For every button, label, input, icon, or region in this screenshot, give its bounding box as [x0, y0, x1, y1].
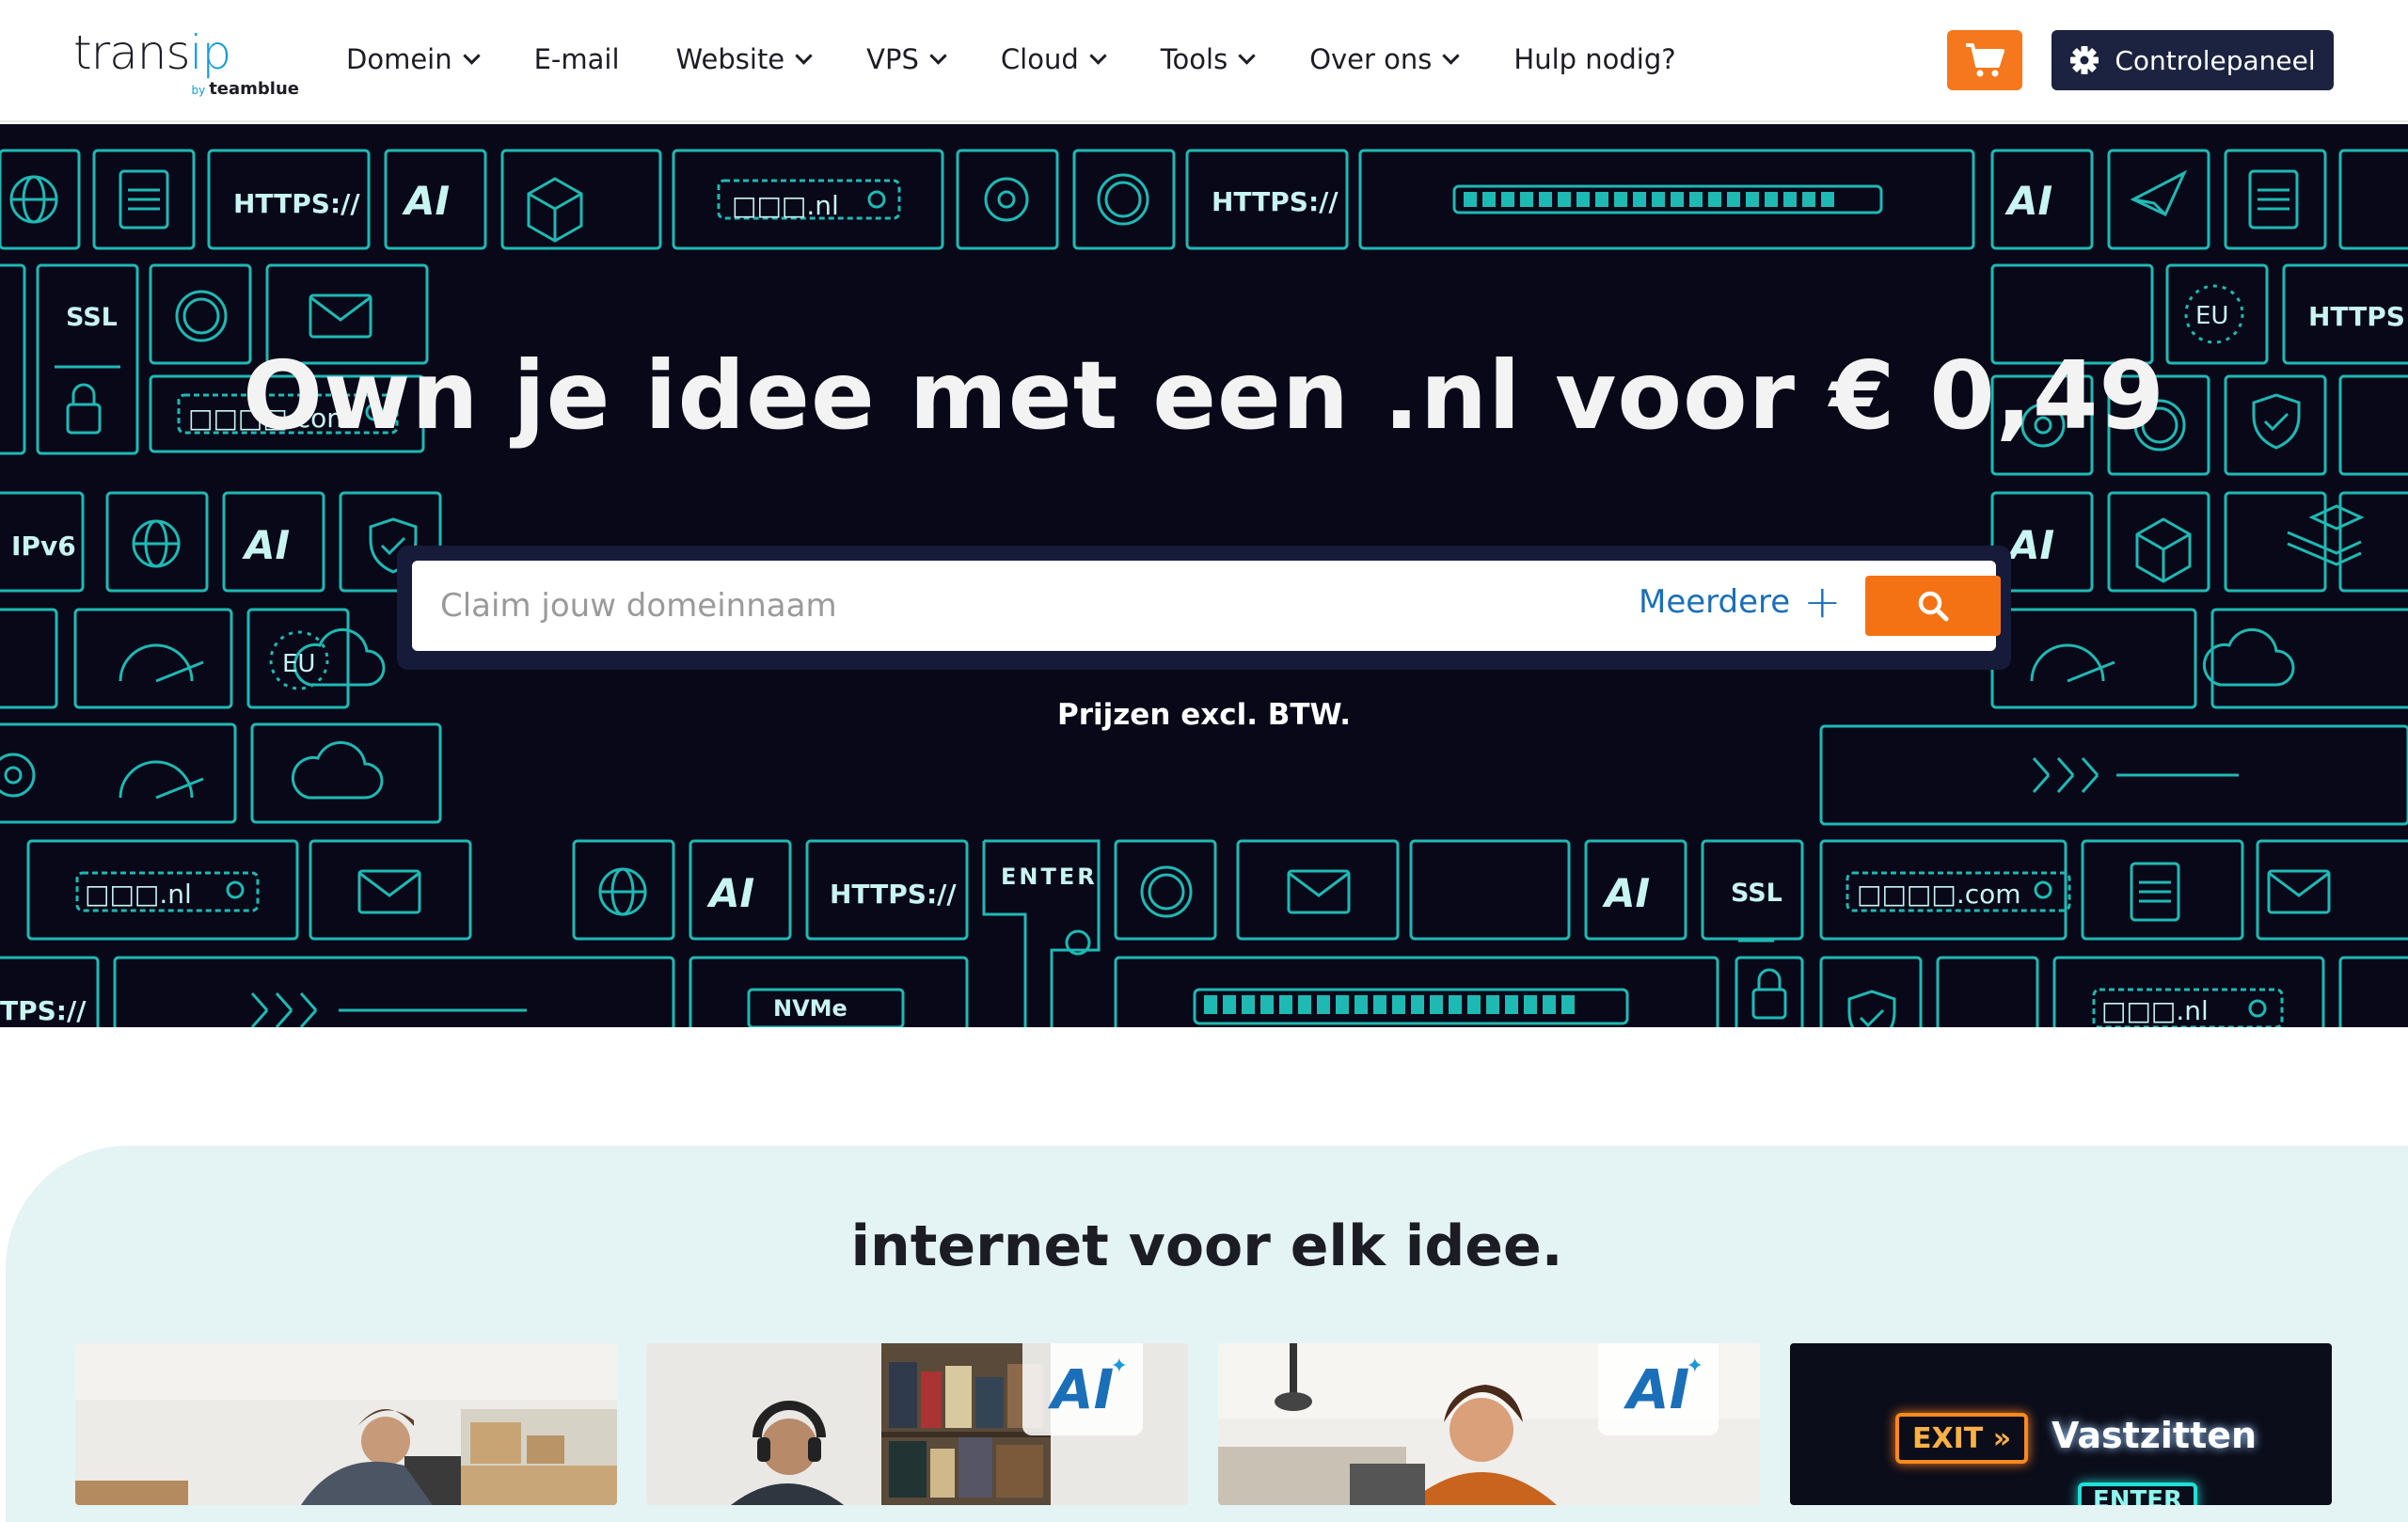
- exit-sign: EXIT »: [1895, 1413, 2029, 1464]
- domain-search-bar: Meerdere +: [397, 546, 2011, 670]
- site-header: transip by teamblue Domein E-mail Website…: [0, 0, 2408, 122]
- transip-logo[interactable]: transip by teamblue: [73, 24, 299, 99]
- svg-text:NVMe: NVMe: [773, 995, 848, 1022]
- chevron-down-icon: [1238, 46, 1256, 65]
- multiple-domains-label: Meerdere: [1639, 583, 1791, 621]
- plus-icon: +: [1803, 576, 1842, 628]
- section-title: internet voor elk idee.: [850, 1213, 1563, 1279]
- cart-button[interactable]: [1947, 30, 2022, 90]
- card-image-office: [75, 1343, 617, 1505]
- nav-item-website[interactable]: Website: [676, 43, 813, 75]
- svg-text:SSL: SSL: [66, 303, 118, 332]
- nav-item-email[interactable]: E-mail: [534, 43, 620, 75]
- sparkle-icon: ✦: [1686, 1355, 1703, 1378]
- svg-text:TPS://: TPS://: [0, 995, 87, 1026]
- svg-text:EU: EU: [282, 650, 315, 678]
- control-panel-label: Controlepaneel: [2115, 44, 2316, 76]
- feature-card-3[interactable]: AI ✦: [1218, 1343, 1760, 1505]
- ai-badge: AI ✦: [1022, 1343, 1143, 1435]
- main-nav: Domein E-mail Website VPS Cloud Tools Ov…: [346, 36, 1733, 83]
- enter-sign: ENTER: [2078, 1482, 2198, 1505]
- svg-text:HTTPS://: HTTPS://: [1212, 186, 1339, 217]
- svg-text:AI: AI: [2006, 522, 2054, 568]
- svg-text:AI: AI: [706, 870, 754, 916]
- feature-card-4[interactable]: EXIT » Vastzitten ENTER: [1790, 1343, 2332, 1505]
- feature-card-1[interactable]: [75, 1343, 617, 1505]
- search-button[interactable]: [1865, 576, 2001, 636]
- svg-text:AI: AI: [402, 178, 450, 224]
- multiple-domains-toggle[interactable]: Meerdere +: [1639, 576, 1842, 628]
- svg-text:AI: AI: [2004, 178, 2052, 224]
- svg-text:SSL: SSL: [1731, 879, 1782, 908]
- svg-text:HTTPS://: HTTPS://: [830, 879, 957, 910]
- svg-text:EU: EU: [2195, 302, 2228, 330]
- hero-title: Own je idee met een .nl voor € 0,49: [242, 341, 2166, 451]
- chevron-down-icon: [1442, 46, 1461, 65]
- control-panel-button[interactable]: Controlepaneel: [2052, 30, 2334, 90]
- domain-search-input[interactable]: [440, 578, 1569, 634]
- price-note: Prijzen excl. BTW.: [1057, 698, 1351, 732]
- svg-text:AI: AI: [242, 522, 290, 568]
- logo-wordmark: transip: [73, 25, 231, 80]
- tile-text-https: HTTPS://: [233, 188, 360, 219]
- logo-byline: by teamblue: [191, 79, 299, 99]
- ai-badge: AI ✦: [1598, 1343, 1719, 1435]
- nav-item-cloud[interactable]: Cloud: [1001, 43, 1107, 75]
- svg-text:□□□.nl: □□□.nl: [85, 879, 192, 910]
- chevron-down-icon: [795, 46, 813, 65]
- chevron-down-icon: [929, 46, 947, 65]
- svg-text:□□□.nl: □□□.nl: [2101, 995, 2209, 1026]
- svg-text:IPv6: IPv6: [11, 531, 76, 562]
- svg-text:AI: AI: [1602, 870, 1650, 916]
- svg-text:□□□.nl: □□□.nl: [732, 190, 839, 221]
- card-4-label: Vastzitten: [2052, 1415, 2258, 1456]
- nav-item-domein[interactable]: Domein: [346, 43, 481, 75]
- nav-item-tools[interactable]: Tools: [1161, 43, 1256, 75]
- search-icon: [1918, 591, 1949, 622]
- chevron-down-icon: [462, 46, 481, 65]
- svg-text:ENTER: ENTER: [1001, 864, 1098, 890]
- nav-item-hulp[interactable]: Hulp nodig?: [1513, 43, 1675, 75]
- nav-item-over-ons[interactable]: Over ons: [1309, 43, 1461, 75]
- sparkle-icon: ✦: [1110, 1355, 1128, 1378]
- hero-banner: HTTPS:// HTTPS:// HTTPS:// HTTPS: TPS://…: [0, 124, 2408, 1027]
- gear-icon: [2069, 45, 2099, 75]
- domain-search-box: Meerdere +: [412, 561, 2001, 651]
- shopping-cart-icon: [1966, 43, 2004, 77]
- chevron-down-icon: [1089, 46, 1107, 65]
- feature-card-2[interactable]: AI ✦: [646, 1343, 1188, 1505]
- svg-text:□□□□.com: □□□□.com: [1857, 879, 2021, 910]
- svg-text:HTTPS:: HTTPS:: [2308, 301, 2408, 332]
- nav-item-vps[interactable]: VPS: [866, 43, 947, 75]
